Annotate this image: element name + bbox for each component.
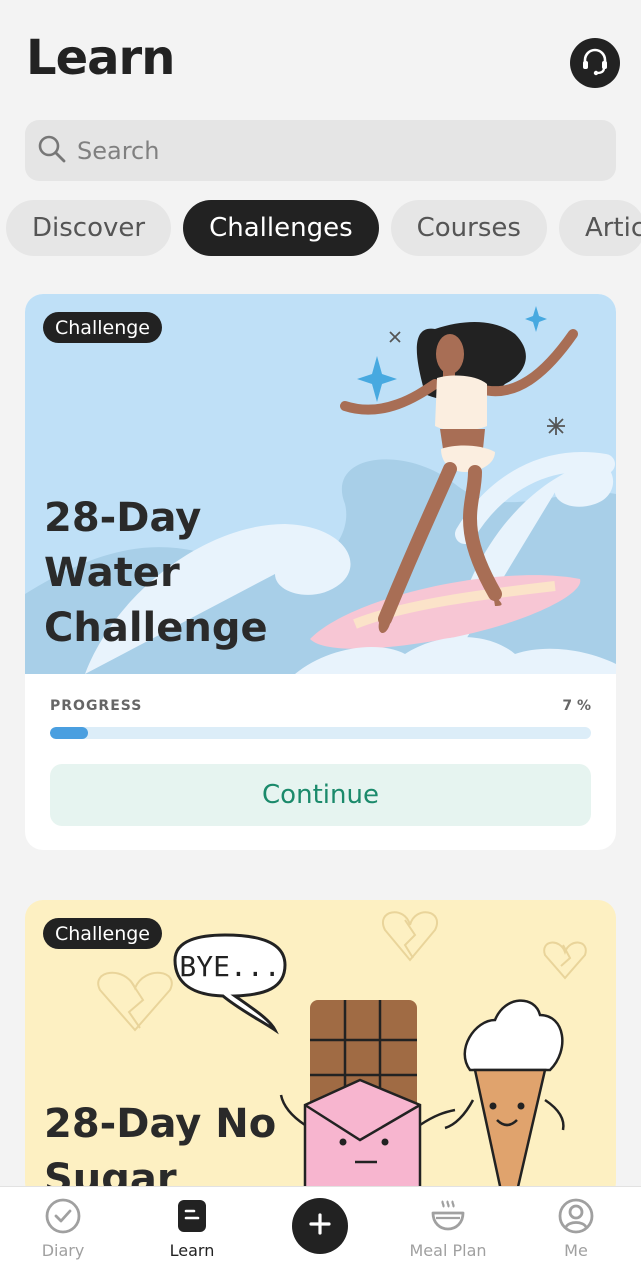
add-button[interactable] — [292, 1198, 348, 1254]
card-title: 28-Day Water Challenge — [44, 495, 268, 651]
nav-label: Diary — [41, 1241, 85, 1260]
continue-button[interactable]: Continue — [50, 764, 591, 826]
nav-diary[interactable]: Diary — [3, 1187, 123, 1280]
card-title: 28-Day No Sugar — [44, 1101, 277, 1200]
progress-label: PROGRESS — [50, 698, 143, 714]
header: Learn — [0, 0, 641, 110]
challenge-card[interactable]: BYE... Challenge 28-Day No Sugar — [25, 900, 616, 1200]
progress-value: 7 % — [562, 698, 591, 714]
check-circle-icon — [44, 1197, 82, 1235]
tab-discover[interactable]: Discover — [6, 200, 172, 256]
search-input[interactable]: Search — [25, 120, 616, 181]
book-icon — [173, 1197, 211, 1235]
page-title: Learn — [26, 30, 175, 86]
headset-icon — [579, 45, 611, 81]
challenge-card[interactable]: Challenge 28-Day Water Challenge PROGRES… — [25, 294, 616, 850]
tab-courses[interactable]: Courses — [390, 200, 547, 256]
tab-articles[interactable]: Artic — [558, 200, 641, 256]
nav-label: Me — [564, 1241, 588, 1260]
speech-text: BYE... — [179, 950, 280, 983]
bottom-nav: Diary Learn Meal Plan Me — [0, 1186, 641, 1280]
bowl-icon — [429, 1197, 467, 1235]
search-icon — [37, 134, 67, 168]
plus-icon — [309, 1213, 331, 1239]
category-tabs: Discover Challenges Courses Artic — [6, 200, 641, 256]
challenge-badge: Challenge — [43, 312, 162, 343]
nav-label: Meal Plan — [409, 1241, 487, 1260]
nav-me[interactable]: Me — [516, 1187, 636, 1280]
nav-label: Learn — [169, 1241, 215, 1260]
search-placeholder: Search — [77, 136, 160, 165]
challenge-badge: Challenge — [43, 918, 162, 949]
progress-fill — [50, 727, 88, 739]
progress-bar — [50, 727, 591, 739]
nav-learn[interactable]: Learn — [132, 1187, 252, 1280]
support-button[interactable] — [570, 38, 620, 88]
nav-meal-plan[interactable]: Meal Plan — [388, 1187, 508, 1280]
user-circle-icon — [557, 1197, 595, 1235]
tab-challenges[interactable]: Challenges — [183, 200, 379, 256]
